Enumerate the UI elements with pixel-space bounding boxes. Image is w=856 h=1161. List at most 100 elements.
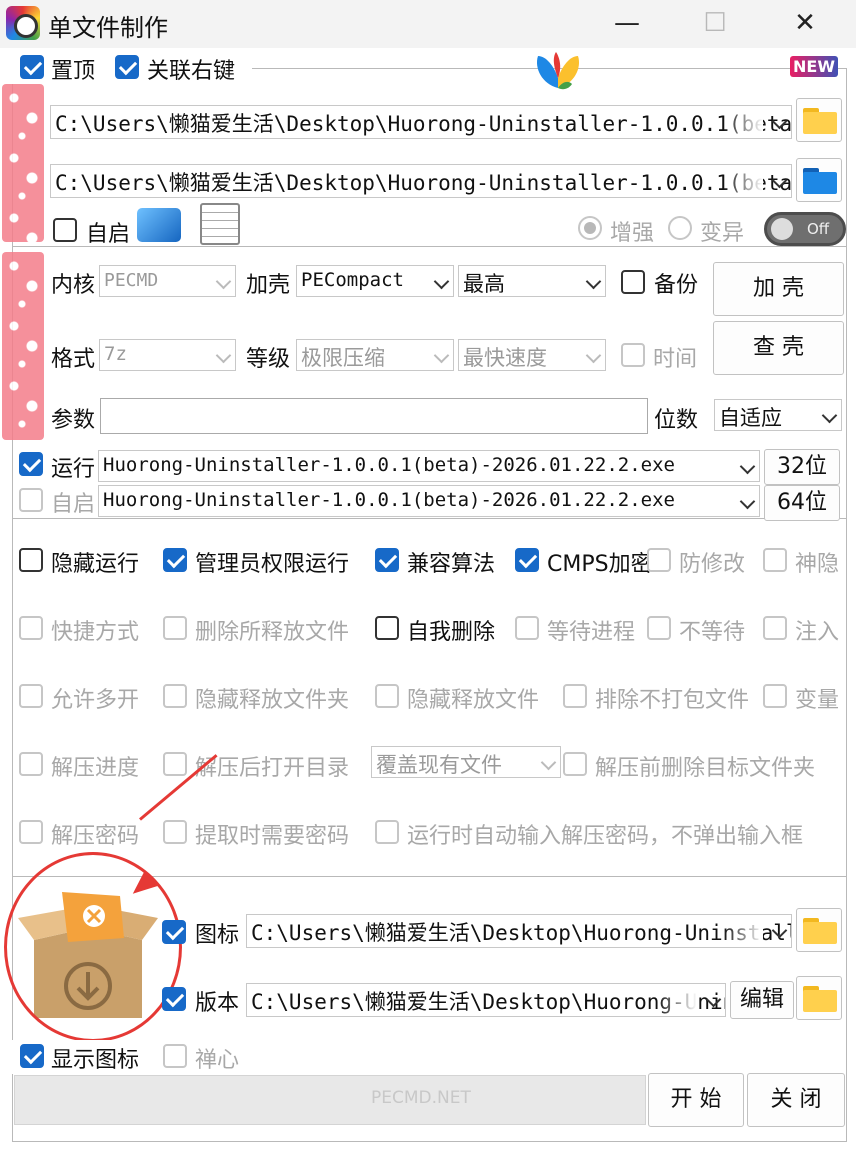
param-input[interactable] bbox=[100, 398, 648, 434]
option-checkbox[interactable] bbox=[19, 548, 43, 572]
add-shell-button[interactable]: 加 壳 bbox=[713, 262, 844, 316]
option-checkbox[interactable] bbox=[647, 616, 671, 640]
option-checkbox[interactable] bbox=[375, 820, 399, 844]
context-menu-checkbox[interactable] bbox=[115, 55, 139, 79]
run-file-select[interactable]: Huorong-Uninstaller-1.0.0.1(beta)-2026.0… bbox=[98, 450, 760, 482]
browse-output-folder-button[interactable] bbox=[796, 158, 842, 202]
variant-radio[interactable] bbox=[668, 216, 692, 240]
check-shell-button[interactable]: 查 壳 bbox=[713, 321, 844, 375]
speed-value: 最快速度 bbox=[463, 346, 547, 370]
title-bar[interactable]: 单文件制作 — ☐ ✕ bbox=[0, 0, 856, 48]
option-checkbox[interactable] bbox=[19, 684, 43, 708]
compression-level-select[interactable]: 极限压缩 bbox=[296, 339, 454, 371]
chevron-down-icon bbox=[433, 273, 450, 290]
option-label: 解压进度 bbox=[51, 756, 140, 781]
64bit-button[interactable]: 64位 bbox=[764, 485, 840, 521]
run-label: 运行 bbox=[51, 457, 96, 482]
option-checkbox[interactable] bbox=[19, 616, 43, 640]
auto-run-file-select[interactable]: Huorong-Uninstaller-1.0.0.1(beta)-2026.0… bbox=[98, 485, 760, 517]
bits-value: 自适应 bbox=[719, 406, 782, 430]
option-checkbox[interactable] bbox=[163, 684, 187, 708]
format-select[interactable]: 7z bbox=[99, 339, 236, 371]
time-checkbox[interactable] bbox=[621, 343, 645, 367]
output-path-value: C:\Users\懒猫爱生活\Desktop\Huorong-Uninstall… bbox=[55, 171, 792, 195]
butterfly-logo-icon bbox=[536, 52, 580, 90]
option-checkbox[interactable] bbox=[163, 548, 187, 572]
output-path-combo[interactable]: C:\Users\懒猫爱生活\Desktop\Huorong-Uninstall… bbox=[50, 164, 792, 198]
cube-icon[interactable] bbox=[137, 208, 181, 242]
show-icon-checkbox[interactable] bbox=[20, 1044, 44, 1068]
overwrite-select[interactable]: 覆盖现有文件 bbox=[371, 746, 561, 778]
icon-path-combo[interactable]: C:\Users\懒猫爱生活\Desktop\Huorong-Uninstall… bbox=[246, 914, 792, 948]
option-checkbox[interactable] bbox=[647, 548, 671, 572]
close-button[interactable]: 关 闭 bbox=[747, 1073, 845, 1127]
enhance-radio[interactable] bbox=[578, 216, 602, 240]
toggle-knob bbox=[771, 218, 793, 240]
option-checkbox[interactable] bbox=[163, 616, 187, 640]
option-checkbox[interactable] bbox=[563, 752, 587, 776]
option-checkbox[interactable] bbox=[515, 548, 539, 572]
browse-icon-button[interactable] bbox=[796, 908, 842, 952]
version-checkbox[interactable] bbox=[162, 987, 186, 1011]
option-checkbox[interactable] bbox=[515, 616, 539, 640]
notepad-icon[interactable] bbox=[200, 203, 240, 245]
option-label: 隐藏释放文件夹 bbox=[195, 688, 350, 713]
shell-level-select[interactable]: 最高 bbox=[458, 265, 606, 297]
option-checkbox[interactable] bbox=[763, 548, 787, 572]
chevron-down-icon bbox=[585, 347, 602, 364]
icon-checkbox[interactable] bbox=[162, 920, 186, 944]
kernel-select[interactable]: PECMD bbox=[99, 265, 236, 297]
close-window-button[interactable]: ✕ bbox=[774, 0, 836, 48]
option-checkbox[interactable] bbox=[375, 684, 399, 708]
source-path-combo[interactable]: C:\Users\懒猫爱生活\Desktop\Huorong-Uninstall… bbox=[50, 105, 792, 139]
bits-select[interactable]: 自适应 bbox=[714, 399, 842, 431]
browse-source-folder-button[interactable] bbox=[796, 98, 842, 142]
maximize-button[interactable]: ☐ bbox=[684, 0, 746, 48]
param-label: 参数 bbox=[51, 408, 96, 433]
zen-checkbox[interactable] bbox=[163, 1044, 187, 1068]
edit-version-button[interactable]: 编辑 bbox=[730, 981, 794, 1019]
auto-run-checkbox[interactable] bbox=[19, 488, 43, 512]
option-label: 快捷方式 bbox=[51, 620, 140, 645]
option-checkbox[interactable] bbox=[163, 820, 187, 844]
option-label: 自我删除 bbox=[407, 620, 496, 645]
auto-run-label: 自启 bbox=[51, 492, 96, 517]
option-checkbox[interactable] bbox=[763, 616, 787, 640]
zen-label: 禅心 bbox=[195, 1048, 240, 1073]
autostart-checkbox[interactable] bbox=[53, 218, 77, 242]
autostart-label: 自启 bbox=[86, 222, 131, 247]
level-label: 等级 bbox=[246, 347, 291, 372]
shell-select[interactable]: PECompact bbox=[296, 265, 454, 297]
mode-toggle-switch[interactable]: Off bbox=[764, 212, 846, 246]
option-checkbox[interactable] bbox=[563, 684, 587, 708]
version-path-combo[interactable]: C:\Users\懒猫爱生活\Desktop\Huorong-Uninstall… bbox=[246, 983, 726, 1017]
version-path-value: C:\Users\懒猫爱生活\Desktop\Huorong-Uninstall… bbox=[251, 990, 725, 1014]
option-label: 不等待 bbox=[679, 620, 746, 645]
auto-run-file-value: Huorong-Uninstaller-1.0.0.1(beta)-2026.0… bbox=[103, 489, 675, 511]
browse-version-button[interactable] bbox=[796, 976, 842, 1020]
shell-label: 加壳 bbox=[246, 273, 291, 298]
run-checkbox[interactable] bbox=[19, 452, 43, 476]
kernel-label: 内核 bbox=[51, 273, 96, 298]
32bit-button[interactable]: 32位 bbox=[764, 449, 840, 485]
option-checkbox[interactable] bbox=[19, 752, 43, 776]
window-title: 单文件制作 bbox=[48, 14, 168, 42]
option-checkbox[interactable] bbox=[375, 548, 399, 572]
overwrite-value: 覆盖现有文件 bbox=[376, 753, 502, 777]
pin-checkbox[interactable] bbox=[20, 55, 44, 79]
option-label: 隐藏释放文件 bbox=[407, 688, 540, 713]
option-checkbox[interactable] bbox=[163, 752, 187, 776]
app-icon bbox=[6, 6, 40, 40]
option-checkbox[interactable] bbox=[19, 820, 43, 844]
option-checkbox[interactable] bbox=[763, 684, 787, 708]
start-button[interactable]: 开 始 bbox=[648, 1073, 744, 1127]
option-label: 排除不打包文件 bbox=[595, 688, 750, 713]
backup-checkbox[interactable] bbox=[621, 270, 645, 294]
option-checkbox[interactable] bbox=[375, 616, 399, 640]
show-icon-label: 显示图标 bbox=[51, 1048, 140, 1073]
minimize-button[interactable]: — bbox=[596, 0, 658, 48]
speed-select[interactable]: 最快速度 bbox=[458, 339, 606, 371]
option-label: 等待进程 bbox=[547, 620, 636, 645]
run-file-value: Huorong-Uninstaller-1.0.0.1(beta)-2026.0… bbox=[103, 454, 675, 476]
backup-label: 备份 bbox=[654, 273, 699, 298]
